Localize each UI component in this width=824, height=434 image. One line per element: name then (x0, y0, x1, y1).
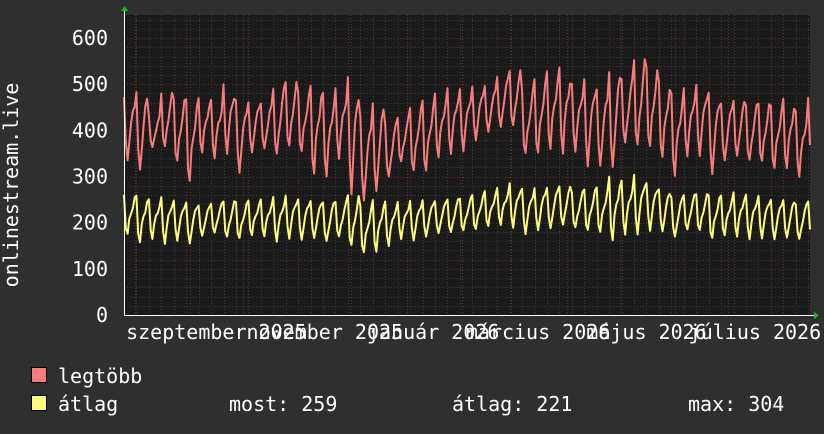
y-tick-label: 300 (72, 165, 108, 189)
stat-max: max: 304 (688, 390, 784, 418)
y-tick-label: 500 (72, 72, 108, 96)
y-tick-label: 600 (72, 26, 108, 50)
y-tick-label: 400 (72, 118, 108, 142)
x-axis-arrow (814, 312, 819, 319)
stat-atlag: átlag: 221 (452, 390, 572, 418)
stat-atlag-value: 221 (536, 392, 573, 416)
stat-atlag-label: átlag: (452, 392, 525, 416)
legend-row-max: legtöbb (31, 362, 811, 390)
legend-swatch-avg (31, 395, 47, 411)
stat-most-value: 259 (301, 392, 338, 416)
stat-most-label: most: (229, 392, 290, 416)
y-tick-label: 0 (96, 303, 108, 327)
legend: legtöbb átlag most: 259 átlag: 221 max: … (31, 362, 811, 418)
legend-swatch-max (31, 367, 47, 383)
y-axis-arrow (121, 6, 128, 11)
y-axis-title: onlinestream.live (0, 83, 23, 288)
stat-max-value: 304 (748, 392, 785, 416)
stat-max-label: max: (688, 392, 737, 416)
legend-label-avg: átlag (58, 392, 119, 416)
y-tick-label: 100 (72, 257, 108, 281)
y-tick-label: 200 (72, 211, 108, 235)
legend-label-max: legtöbb (58, 364, 143, 388)
stat-most: most: 259 (229, 390, 337, 418)
x-tick-label: július 2026 (689, 320, 821, 344)
legend-row-avg: átlag most: 259 átlag: 221 max: 304 (31, 390, 811, 418)
